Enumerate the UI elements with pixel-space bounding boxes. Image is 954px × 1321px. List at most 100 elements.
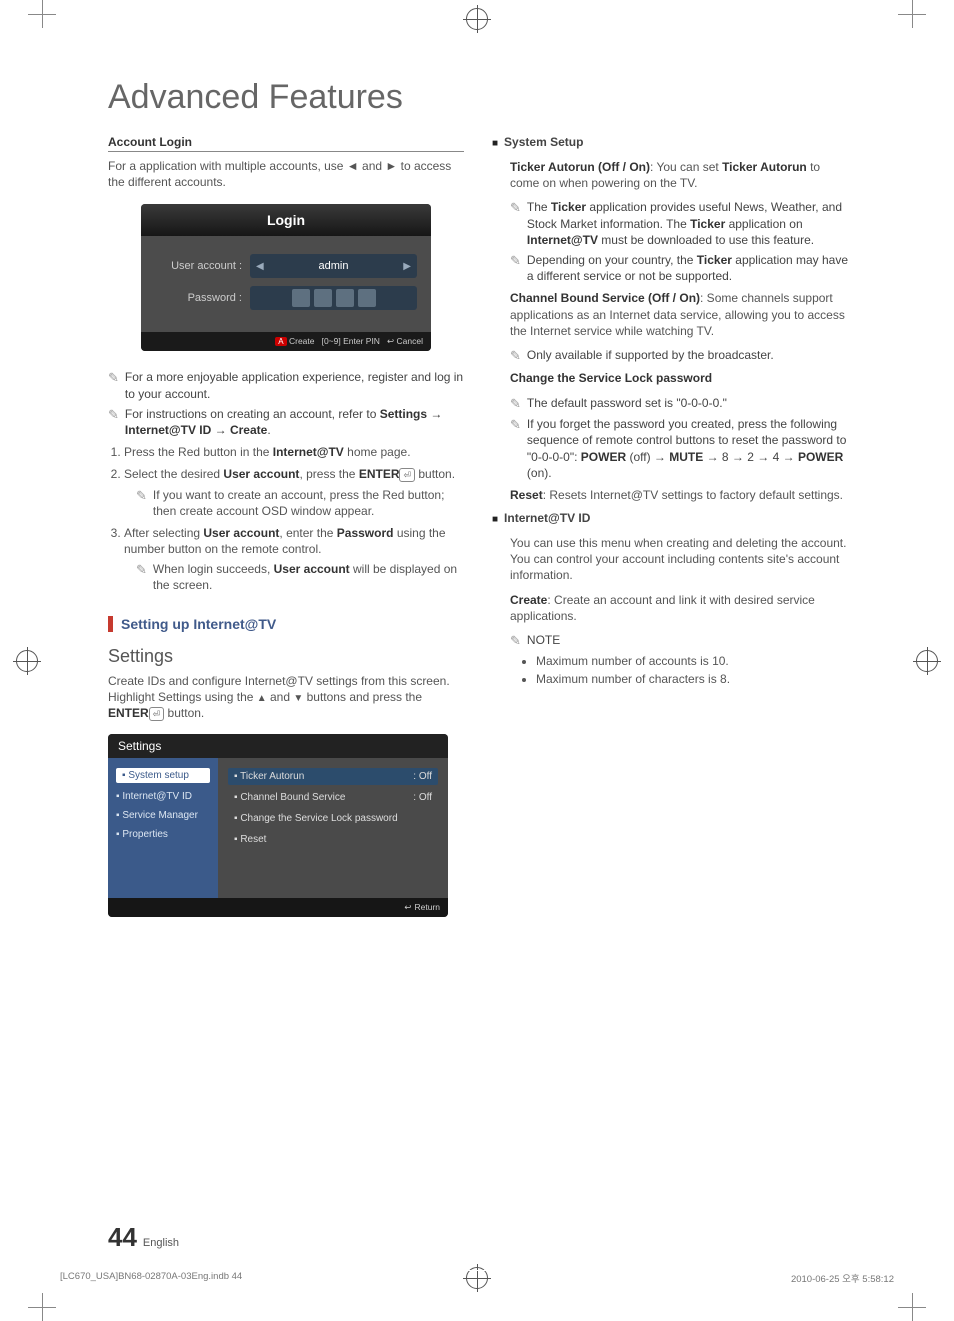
note-icon: ✎ [510, 347, 521, 365]
note: ✎ The default password set is "0-0-0-0." [510, 395, 848, 413]
page-number-area: 44 English [108, 1222, 179, 1253]
text: : You can set [650, 160, 722, 174]
text-bold: Reset [510, 488, 543, 502]
text-bold: Ticker Autorun (Off / On) [510, 160, 650, 174]
text: → 8 → 2 → 4 → [703, 450, 798, 464]
row-label: Channel Bound Service [240, 792, 345, 803]
settings-row-reset[interactable]: ▪ Reset [228, 831, 438, 848]
settings-intro: Create IDs and configure Internet@TV set… [108, 673, 464, 722]
text-bold: User account [223, 467, 299, 481]
pin-digit [292, 289, 310, 307]
down-arrow-icon: ▼ [293, 693, 303, 704]
internet-tv-id-heading: ■Internet@TV ID [492, 511, 848, 525]
note-icon: ✎ [510, 252, 521, 284]
note: ✎ Depending on your country, the Ticker … [510, 252, 848, 284]
text-bold: Internet@TV [273, 445, 344, 459]
nav-item-system-setup[interactable]: ▪ System setup [116, 768, 210, 783]
change-password-heading: Change the Service Lock password [510, 370, 848, 386]
text: button. [415, 467, 455, 481]
note-icon: ✎ [108, 369, 119, 401]
settings-panel: Settings ▪ System setup ▪ Internet@TV ID… [108, 734, 448, 917]
heading-text: System Setup [504, 135, 583, 149]
steps-list: Press the Red button in the Internet@TV … [108, 444, 464, 594]
arrow-left-icon: ◄ [347, 159, 359, 173]
text: and [359, 159, 386, 173]
heading-text: Internet@TV ID [504, 511, 590, 525]
page-language: English [143, 1237, 179, 1249]
nav-label: Properties [122, 829, 168, 840]
password-field[interactable] [250, 286, 417, 310]
text: After selecting [124, 526, 203, 540]
row-value: : Off [413, 771, 432, 782]
text-bold: MUTE [669, 450, 703, 464]
text-bold: User account [274, 562, 350, 576]
text: : Resets Internet@TV settings to factory… [543, 488, 843, 502]
text: buttons and press the [303, 690, 422, 704]
note: ✎ The Ticker application provides useful… [510, 199, 848, 248]
nav-item-internet-tv-id[interactable]: ▪ Internet@TV ID [116, 791, 210, 802]
settings-row-change-password[interactable]: ▪ Change the Service Lock password [228, 810, 438, 827]
row-label: Reset [240, 834, 266, 845]
doc-timestamp: 2010-06-25 오후 5:58:12 [791, 1271, 894, 1285]
chevron-right-icon: ▶ [403, 261, 411, 272]
note-icon: ✎ [136, 487, 147, 519]
registration-mark-icon [916, 650, 938, 672]
page-title: Advanced Features [108, 78, 848, 117]
settings-row-ticker-autorun[interactable]: ▪ Ticker Autorun: Off [228, 768, 438, 785]
page-content: Advanced Features Account Login For a ap… [108, 78, 848, 917]
text: Press the Red button in the [124, 445, 273, 459]
note-icon: ✎ [510, 632, 521, 650]
user-account-selector[interactable]: ◀ admin ▶ [250, 254, 417, 278]
enter-icon: ⏎ [399, 468, 415, 482]
pin-digit [314, 289, 332, 307]
right-column: ■System Setup Ticker Autorun (Off / On):… [492, 135, 848, 917]
doc-ref: [LC670_USA]BN68-02870A-03Eng.indb 44 [60, 1271, 242, 1285]
text: , enter the [279, 526, 336, 540]
account-login-heading: Account Login [108, 135, 464, 152]
section-header: Setting up Internet@TV [108, 616, 464, 632]
step-3: After selecting User account, enter the … [124, 525, 464, 594]
registration-mark-icon [466, 8, 488, 30]
step-2: Select the desired User account, press t… [124, 466, 464, 519]
text-bold: Internet@TV [527, 233, 598, 247]
row-label: Change the Service Lock password [240, 813, 397, 824]
settings-row-channel-bound[interactable]: ▪ Channel Bound Service: Off [228, 789, 438, 806]
note-text: The Ticker application provides useful N… [527, 199, 848, 248]
nav-label: Service Manager [122, 810, 198, 821]
login-footer: A Create [0~9] Enter PIN ↩ Cancel [141, 332, 431, 351]
note: ✎ For a more enjoyable application exper… [108, 369, 464, 401]
ticker-autorun-text: Ticker Autorun (Off / On): You can set T… [510, 159, 848, 191]
text-bold: POWER [581, 450, 626, 464]
text-bold: POWER [798, 450, 843, 464]
note-text: For a more enjoyable application experie… [125, 369, 464, 401]
note-icon: ✎ [510, 199, 521, 248]
crop-mark [28, 1293, 56, 1321]
account-login-intro: For a application with multiple accounts… [108, 158, 464, 190]
text: For a application with multiple accounts… [108, 159, 347, 173]
text-bold: Ticker Autorun [722, 160, 807, 174]
nav-item-service-manager[interactable]: ▪ Service Manager [116, 810, 210, 821]
nav-item-properties[interactable]: ▪ Properties [116, 829, 210, 840]
crop-mark [28, 0, 56, 28]
chevron-left-icon: ◀ [256, 261, 264, 272]
text: must be downloaded to use this feature. [598, 233, 814, 247]
section-header-text: Setting up Internet@TV [121, 616, 276, 632]
reset-text: Reset: Resets Internet@TV settings to fa… [510, 487, 848, 503]
pin-digit [336, 289, 354, 307]
nav-label: Internet@TV ID [122, 791, 192, 802]
create-hint: Create [287, 336, 315, 346]
note-bullets: Maximum number of accounts is 10. Maximu… [510, 654, 848, 686]
registration-mark-icon [16, 650, 38, 672]
text-bold: Create [510, 593, 547, 607]
text: , press the [299, 467, 358, 481]
settings-main: ▪ Ticker Autorun: Off ▪ Channel Bound Se… [218, 758, 448, 898]
text-bold: Ticker [697, 253, 732, 267]
channel-bound-text: Channel Bound Service (Off / On): Some c… [510, 290, 848, 339]
text: application on [725, 217, 802, 231]
settings-panel-footer: ↩Return [108, 898, 448, 917]
text-bold: User account [203, 526, 279, 540]
text: : Create an account and link it with des… [510, 593, 815, 623]
bullet-item: Maximum number of characters is 8. [536, 672, 848, 686]
red-a-badge: A [275, 337, 286, 346]
row-label: Ticker Autorun [240, 771, 304, 782]
